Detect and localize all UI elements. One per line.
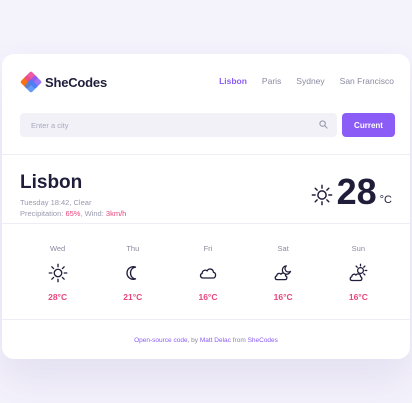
sun-icon xyxy=(48,263,68,283)
wind-value: 3km/h xyxy=(105,209,127,218)
temperature-value: 28 xyxy=(336,171,377,212)
temperature-unit[interactable]: °C xyxy=(380,194,392,206)
search-box xyxy=(20,113,337,137)
forecast-temperature: 16°C xyxy=(348,292,368,302)
forecast-day-name: Wed xyxy=(49,244,66,253)
forecast: Wed 28°C Thu 21°C Fri 16°C Sat 16°C Sun … xyxy=(20,244,396,302)
nav-link-sydney[interactable]: Sydney xyxy=(296,76,324,86)
footer-from: from xyxy=(230,337,248,344)
current-location-button[interactable]: Current xyxy=(342,113,395,137)
forecast-day-name: Sun xyxy=(351,244,366,253)
weather-description: Clear xyxy=(73,198,92,207)
forecast-day: Thu 21°C xyxy=(95,244,170,302)
search-icon[interactable] xyxy=(319,120,328,129)
current-temperature: 28 °C xyxy=(311,174,392,210)
forecast-temperature: 16°C xyxy=(198,292,218,302)
forecast-day: Sun 16°C xyxy=(321,244,396,302)
forecast-day: Sat 16°C xyxy=(246,244,321,302)
header: SheCodes Lisbon Paris Sydney San Francis… xyxy=(2,54,410,154)
precipitation-label: Precipitation: xyxy=(20,209,64,218)
nav-link-lisbon[interactable]: Lisbon xyxy=(219,76,247,86)
forecast-day: Fri 16°C xyxy=(170,244,245,302)
conditions: Precipitation: 65%, Wind: 3km/h xyxy=(20,209,127,218)
divider xyxy=(2,223,410,224)
date-description: Tuesday 18:42, Clear xyxy=(20,198,92,207)
forecast-day: Wed 28°C xyxy=(20,244,95,302)
datetime: Tuesday 18:42 xyxy=(20,198,70,207)
forecast-temperature: 28°C xyxy=(48,292,68,302)
forecast-day-name: Sat xyxy=(277,244,289,253)
precipitation-value: 65% xyxy=(65,209,81,218)
city-nav: Lisbon Paris Sydney San Francisco xyxy=(219,76,394,86)
brand-name: SheCodes xyxy=(45,74,107,90)
moon-icon xyxy=(126,266,136,280)
city-search-input[interactable] xyxy=(20,120,310,130)
sun-icon xyxy=(311,184,332,206)
cloud-icon xyxy=(199,268,217,279)
shecodes-logo-icon xyxy=(20,71,42,93)
forecast-temperature: 16°C xyxy=(273,292,293,302)
nav-link-paris[interactable]: Paris xyxy=(262,76,281,86)
footer: Open-source code, by Matt Delac from She… xyxy=(2,337,410,344)
footer-by: , by xyxy=(187,337,200,344)
nav-link-san-francisco[interactable]: San Francisco xyxy=(340,76,394,86)
forecast-temperature: 21°C xyxy=(123,292,143,302)
weather-card: SheCodes Lisbon Paris Sydney San Francis… xyxy=(2,54,410,359)
city-name: Lisbon xyxy=(20,172,83,193)
divider xyxy=(2,319,410,320)
cloud-sun-icon xyxy=(349,263,368,282)
brand[interactable]: SheCodes xyxy=(20,71,107,93)
divider xyxy=(2,154,410,155)
forecast-day-name: Fri xyxy=(203,244,213,253)
author-link[interactable]: Matt Delac xyxy=(200,337,231,344)
source-code-link[interactable]: Open-source code xyxy=(134,337,187,344)
forecast-day-name: Thu xyxy=(126,244,140,253)
cloud-moon-icon xyxy=(274,265,292,281)
shecodes-link[interactable]: SheCodes xyxy=(248,337,278,344)
wind-label: Wind: xyxy=(84,209,104,218)
